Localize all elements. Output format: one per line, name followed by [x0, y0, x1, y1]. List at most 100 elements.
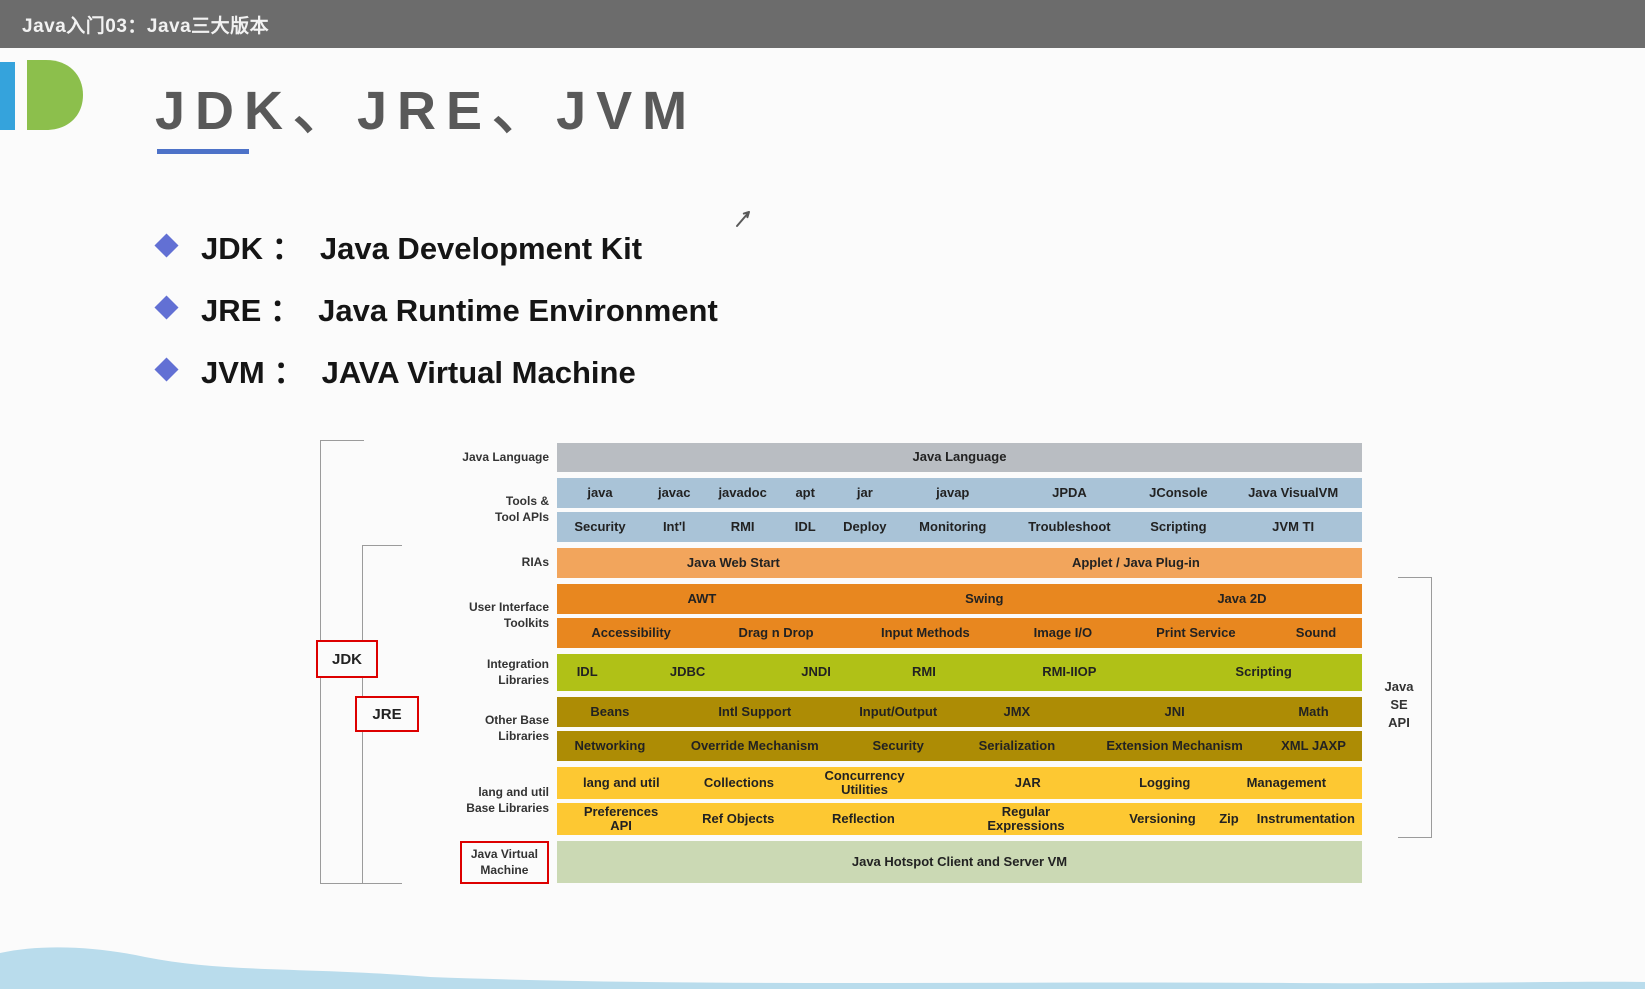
diagram-group-integration-libraries: Integration Libraries IDL JDBC JNDI RMI RMI-I… [440, 654, 1362, 691]
diagram-cell: Networking [557, 731, 663, 761]
diagram-group-other-base-libraries: Other Base Libraries Beans Intl Support Inp… [440, 697, 1362, 761]
jre-highlight-box: JRE [355, 696, 419, 732]
diagram-band-row: IDL JDBC JNDI RMI RMI-IIOP Scripting [557, 654, 1362, 691]
diagram-rows: Beans Intl Support Input/Output JMX JNI Math N… [557, 697, 1362, 761]
diagram-rows: Java Web Start Applet / Java Plug-in [557, 548, 1362, 578]
diagram-cell: Scripting [1132, 512, 1225, 542]
diagram-cell: RMI [705, 512, 780, 542]
diagram-cell: Override Mechanism [662, 731, 847, 761]
diagram-group-tools: Tools & Tool APIs java javac javadoc apt jar j… [440, 478, 1362, 542]
diagram-row-label-column: User Interface Toolkits [440, 584, 557, 648]
diagram-cell: JVM TI [1224, 512, 1362, 542]
diagram-cell: JMX [949, 697, 1085, 727]
diagram-row-label: Other Base Libraries [484, 713, 549, 743]
diagram-cell: AWT [557, 584, 847, 614]
diagram-rows: Java Hotspot Client and Server VM [557, 841, 1362, 884]
diagram-cell: Management [1210, 767, 1362, 799]
diagram-cell: Print Service [1121, 618, 1271, 648]
diagram-cell: Collections [685, 767, 793, 799]
diagram-cell: Versioning [1116, 803, 1209, 835]
diagram-row-label: Java Language [462, 449, 549, 464]
diagram-row-label: RIAs [521, 555, 549, 570]
diamond-bullet-icon [154, 356, 179, 382]
diagram-cell: Applet / Java Plug-in [909, 548, 1362, 578]
diagram-cell: Sound [1270, 618, 1363, 648]
diagram-cell: Drag n Drop [705, 618, 847, 648]
diagram-band-row: Networking Override Mechanism Security Seri… [557, 731, 1362, 761]
diagram-cell: jar [830, 478, 900, 508]
diagram-group-lang-util-base-libraries: lang and util Base Libraries lang and uti… [440, 767, 1362, 835]
bullet-list: JDK ： Java Development Kit JRE ： Java Ru… [154, 214, 718, 400]
diagram-rows: AWT Swing Java 2D Accessibility Drag n Drop I… [557, 584, 1363, 648]
diagram-band-row: Accessibility Drag n Drop Input Methods Ima… [557, 618, 1363, 648]
diagram-band-row: AWT Swing Java 2D [557, 584, 1363, 614]
diagram-cell: Extension Mechanism [1084, 731, 1266, 761]
diagram-row-label: lang and util Base Libraries [466, 785, 549, 815]
diagram-cell: Accessibility [557, 618, 706, 648]
diagram-band-row: Java Web Start Applet / Java Plug-in [557, 548, 1362, 578]
diagram-row-label-column: Java Language [440, 443, 557, 472]
diagram-cell: Input Methods [846, 618, 1004, 648]
diagram-rows: IDL JDBC JNDI RMI RMI-IIOP Scripting [557, 654, 1362, 691]
diagram-band-row: Java Hotspot Client and Server VM [557, 841, 1362, 883]
diagram-cell: Zip [1208, 803, 1250, 835]
bottom-wave-decoration [0, 947, 1645, 989]
diagram-row-label: Integration Libraries [487, 656, 549, 687]
page-title: JDK、JRE、JVM [155, 81, 698, 141]
diamond-bullet-icon [154, 294, 179, 320]
diagram-cell: Java Language [557, 443, 1362, 472]
diagram-row-label-column: Integration Libraries [440, 654, 557, 691]
diagram-cell: Concurrency Utilities [792, 767, 937, 799]
diagram-cell: Java Hotspot Client and Server VM [557, 841, 1362, 883]
diagram-cell: RMI [874, 654, 974, 691]
diagram-cell: Regular Expressions [935, 803, 1117, 835]
video-title: Java入门03：Java三大版本 [22, 15, 270, 37]
diagram-cell: Swing [846, 584, 1122, 614]
diagram-cell: java [557, 478, 643, 508]
diagram-cell: Intl Support [662, 697, 847, 727]
diagram-group-ui-toolkits: User Interface Toolkits AWT Swing Java 2D Ac… [440, 584, 1363, 648]
diagram-cell: Serialization [949, 731, 1085, 761]
diagram-cell: Java 2D [1121, 584, 1363, 614]
bullet-item-jre: JRE ： Java Runtime Environment [154, 276, 718, 338]
diagram-cell: Scripting [1165, 654, 1362, 691]
bullet-text: JDK ： Java Development Kit [201, 230, 643, 266]
diagram-row-label: Java Virtual Machine [459, 841, 549, 885]
diagram-cell: apt [779, 478, 831, 508]
diagram-cell: JDBC [617, 654, 758, 691]
bullet-text: JRE ： Java Runtime Environment [201, 292, 718, 328]
diagram-cell: XML JAXP [1265, 731, 1362, 761]
diagram-row-label-column: Tools & Tool APIs [440, 478, 557, 542]
diagram-cell: Math [1265, 697, 1362, 727]
diagram-cell: IDL [557, 654, 618, 691]
diagram-row-label-column: lang and util Base Libraries [440, 767, 557, 835]
diagram-cell: Beans [557, 697, 663, 727]
jdk-highlight-box: JDK [316, 640, 378, 678]
diagram-cell: Monitoring [899, 512, 1007, 542]
diagram-row-label-column: Other Base Libraries [440, 697, 557, 761]
diagram-cell: Java Web Start [557, 548, 910, 578]
diagram-cell: Ref Objects [685, 803, 792, 835]
diagram-band-row: Java Language [557, 443, 1362, 472]
diagram-cell: Instrumentation [1249, 803, 1362, 835]
diagram-cell: Preferences API [557, 803, 686, 835]
diagram-cell: JAR [936, 767, 1119, 799]
diagram-band-row: lang and util Collections Concurrency Util… [557, 767, 1362, 799]
video-title-bar: Java入门03：Java三大版本 [0, 0, 1645, 48]
diagram-cell: Troubleshoot [1006, 512, 1133, 542]
diagram-cell: Logging [1118, 767, 1211, 799]
bullet-item-jvm: JVM ： JAVA Virtual Machine [154, 338, 718, 400]
diagram-cell: JPDA [1006, 478, 1133, 508]
diagram-cell: JNI [1084, 697, 1266, 727]
diagram-cell: Deploy [830, 512, 900, 542]
diagram-band-row: Beans Intl Support Input/Output JMX JNI Math [557, 697, 1362, 727]
diagram-cell: JNDI [757, 654, 875, 691]
bullet-item-jdk: JDK ： Java Development Kit [154, 214, 718, 276]
diagram-rows: Java Language [557, 443, 1362, 472]
diagram-cell: Security [557, 512, 643, 542]
pen-cursor-icon [736, 211, 750, 227]
diagram-band-row: Preferences API Ref Objects Reflection Regu… [557, 803, 1362, 835]
diagram-cell: IDL [779, 512, 831, 542]
diagram-cell: Reflection [791, 803, 936, 835]
diagram-band-row: java javac javadoc apt jar javap JPDA JConsole J… [557, 478, 1362, 508]
